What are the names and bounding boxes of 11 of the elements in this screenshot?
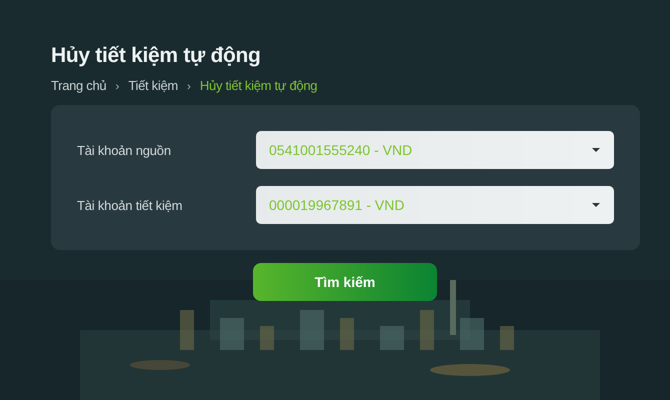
breadcrumb-link[interactable]: Tiết kiệm xyxy=(128,78,178,93)
search-button[interactable]: Tìm kiếm xyxy=(253,263,437,301)
field-label: Tài khoản nguồn xyxy=(77,142,172,158)
page-title: Hủy tiết kiệm tự động xyxy=(51,44,262,68)
breadcrumb-link[interactable]: Hủy tiết kiệm tự động xyxy=(200,78,318,93)
breadcrumb-link[interactable]: Trang chủ xyxy=(51,78,106,93)
field-label: Tài khoản tiết kiệm xyxy=(77,198,184,212)
caret-icon xyxy=(592,148,600,152)
breadcrumb-separator: › xyxy=(115,78,120,92)
caret-icon xyxy=(592,203,600,207)
breadcrumb-separator: › xyxy=(186,78,191,92)
